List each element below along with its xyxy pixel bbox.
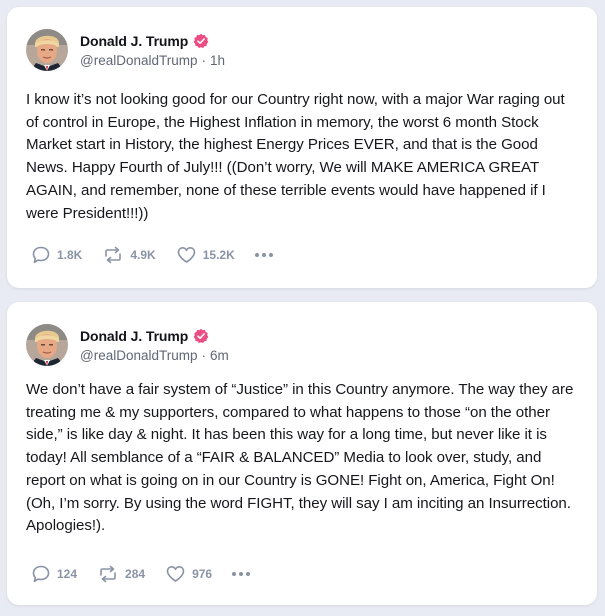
like-count: 15.2K xyxy=(202,248,235,262)
like-button[interactable]: 15.2K xyxy=(176,245,235,265)
repost-button[interactable]: 284 xyxy=(97,564,145,584)
post-text: I know it’s not looking good for our Cou… xyxy=(26,91,565,222)
avatar[interactable] xyxy=(26,29,68,71)
reply-button[interactable]: 124 xyxy=(31,564,77,584)
avatar[interactable] xyxy=(26,324,68,366)
post-card[interactable]: Donald J. Trump @realDonaldTrump · 1h I kn… xyxy=(7,7,597,288)
speech-bubble-icon xyxy=(31,564,51,584)
separator-dot: · xyxy=(201,52,207,68)
heart-icon xyxy=(165,564,186,584)
repost-arrows-icon xyxy=(97,564,119,584)
reply-count: 1.8K xyxy=(57,248,83,262)
speech-bubble-icon xyxy=(31,245,51,265)
repost-count: 284 xyxy=(125,567,146,581)
repost-button[interactable]: 4.9K xyxy=(102,245,156,265)
post-header: Donald J. Trump @realDonaldTrump · 6m xyxy=(26,323,229,367)
separator-dot: · xyxy=(201,347,207,363)
author-name[interactable]: Donald J. Trump xyxy=(80,33,188,49)
author-handle[interactable]: @realDonaldTrump xyxy=(80,348,198,363)
post-card[interactable]: Donald J. Trump @realDonaldTrump · 6m We d… xyxy=(7,302,597,605)
post-actions: 1.8K 4.9K 15.2K xyxy=(31,245,273,265)
author-name[interactable]: Donald J. Trump xyxy=(80,328,188,344)
verified-badge-icon xyxy=(193,328,209,344)
author-handle[interactable]: @realDonaldTrump xyxy=(80,53,198,68)
post-actions: 124 284 976 xyxy=(31,564,251,584)
like-button[interactable]: 976 xyxy=(165,564,212,584)
heart-icon xyxy=(176,245,197,265)
post-text: We don’t have a fair system of “Justice”… xyxy=(26,381,574,535)
like-count: 976 xyxy=(192,567,213,581)
post-header: Donald J. Trump @realDonaldTrump · 1h xyxy=(26,28,225,72)
post-time[interactable]: 6m xyxy=(210,348,229,363)
repost-count: 4.9K xyxy=(130,248,156,262)
repost-arrows-icon xyxy=(102,245,124,265)
more-options-ellipsis-icon[interactable] xyxy=(232,564,251,584)
reply-button[interactable]: 1.8K xyxy=(31,245,82,265)
reply-count: 124 xyxy=(57,567,78,581)
more-options-ellipsis-icon[interactable] xyxy=(254,245,273,265)
post-time[interactable]: 1h xyxy=(210,53,225,68)
verified-badge-icon xyxy=(193,33,209,49)
